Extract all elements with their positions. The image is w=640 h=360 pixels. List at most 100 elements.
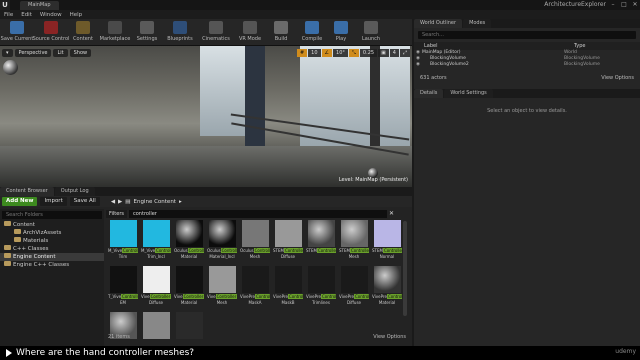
- tab-content-browser[interactable]: Content Browser: [0, 187, 54, 196]
- asset-tile[interactable]: VivePreControllerMaterial: [372, 266, 402, 309]
- close-icon[interactable]: ✕: [630, 0, 640, 10]
- tab-details[interactable]: Details: [414, 89, 444, 98]
- asset-tile[interactable]: ViveController Diffuse: [141, 266, 171, 309]
- menu-help[interactable]: Help: [70, 12, 83, 18]
- folder-icon: [4, 245, 11, 250]
- toolbar-button[interactable]: Play: [328, 19, 354, 46]
- grid-snap-icon[interactable]: #: [296, 49, 308, 57]
- asset-tile[interactable]: STEMController Mesh: [339, 220, 369, 263]
- toolbar-button[interactable]: Build: [266, 19, 296, 46]
- tab-modes[interactable]: Modes: [463, 19, 492, 28]
- camera-speed[interactable]: 4: [389, 49, 399, 57]
- asset-search-input[interactable]: controller: [129, 209, 387, 218]
- toolbar-button[interactable]: Launch: [354, 19, 388, 46]
- toolbar-button[interactable]: VR Mode: [234, 19, 266, 46]
- asset-tile[interactable]: OculusControllerMesh: [240, 220, 270, 263]
- scale-snap[interactable]: 0.25: [359, 49, 378, 57]
- maximize-icon[interactable]: □: [619, 0, 629, 10]
- outliner-view-options[interactable]: View Options: [601, 74, 634, 83]
- asset-tile[interactable]: VivePreControllerMaskB: [273, 266, 303, 309]
- title-bar: U MainMap ArchitectureExplorer – □ ✕: [0, 0, 640, 10]
- add-new-button[interactable]: Add New: [2, 197, 38, 206]
- toolbar-button[interactable]: Blueprints: [162, 19, 198, 46]
- document-tab[interactable]: MainMap: [20, 0, 59, 10]
- tree-folder[interactable]: Engine C++ Classes: [0, 261, 104, 269]
- toolbar-button[interactable]: Compile: [296, 19, 328, 46]
- column-label[interactable]: Label: [424, 42, 574, 50]
- asset-tile[interactable]: VivePreControllerTrimlines: [306, 266, 336, 309]
- tree-folder[interactable]: Content: [0, 221, 104, 229]
- back-icon[interactable]: ◀: [111, 199, 115, 205]
- asset-label-suffix: Material: [180, 300, 198, 305]
- asset-tile[interactable]: OculusControllerMaterial: [174, 220, 204, 263]
- forward-icon[interactable]: ▶: [118, 199, 122, 205]
- breadcrumb-arrow-icon[interactable]: ▸: [179, 199, 182, 205]
- breadcrumb[interactable]: Engine Content: [133, 199, 175, 205]
- asset-scrollbar[interactable]: [403, 221, 407, 316]
- menu-file[interactable]: File: [4, 12, 13, 18]
- rotation-snap[interactable]: 10°: [333, 49, 348, 57]
- perspective-button[interactable]: Perspective: [14, 49, 52, 57]
- tree-folder[interactable]: ArchVizAssets: [0, 229, 104, 237]
- outliner-row[interactable]: ◉ BlockingVolume2 BlockingVolume: [414, 62, 640, 68]
- toolbar-label: VR Mode: [238, 36, 262, 42]
- viewport-options-icon[interactable]: ▾: [2, 49, 13, 57]
- asset-tile[interactable]: VivePreControllerDiffuse: [339, 266, 369, 309]
- search-folders-input[interactable]: Search Folders: [2, 211, 102, 219]
- asset-label-match: Controller: [220, 248, 237, 253]
- toolbar-button[interactable]: Settings: [132, 19, 162, 46]
- asset-label: STEMController: [339, 248, 369, 253]
- tab-world-settings[interactable]: World Settings: [444, 89, 493, 98]
- asset-tile[interactable]: M_ViveControllerTrim: [108, 220, 138, 263]
- toolbar-icon: [305, 21, 319, 34]
- asset-tile[interactable]: M_ViveControllerTrim_Incl: [141, 220, 171, 263]
- toolbar-button[interactable]: Marketplace: [98, 19, 132, 46]
- asset-tile[interactable]: T_ViveControllerEM: [108, 266, 138, 309]
- save-all-button[interactable]: Save All: [69, 197, 100, 206]
- visibility-eye-icon[interactable]: ◉: [414, 62, 422, 68]
- maximize-viewport-icon[interactable]: ⤢: [399, 49, 410, 57]
- clear-search-icon[interactable]: ✕: [389, 210, 394, 217]
- camera-speed-icon[interactable]: ▣: [378, 49, 389, 57]
- tree-folder-label: Engine C++ Classes: [13, 262, 70, 268]
- toolbar-label: Cinematics: [202, 36, 230, 42]
- show-button[interactable]: Show: [69, 49, 92, 57]
- asset-label: OculusController: [207, 248, 237, 253]
- rotation-snap-icon[interactable]: ∠: [321, 49, 333, 57]
- asset-label: T_ViveController: [108, 294, 138, 299]
- import-button[interactable]: Import: [40, 197, 67, 206]
- toolbar-button[interactable]: Cinematics: [198, 19, 234, 46]
- asset-tile[interactable]: ViveController Material: [174, 266, 204, 309]
- asset-tile[interactable]: ViveController Mesh: [207, 266, 237, 309]
- tab-output-log[interactable]: Output Log: [54, 187, 95, 196]
- asset-tile[interactable]: VivePreControllerMaskA: [240, 266, 270, 309]
- lit-button[interactable]: Lit: [53, 49, 68, 57]
- sphere-actor[interactable]: [3, 60, 18, 75]
- outliner-search-input[interactable]: Search...: [418, 31, 636, 39]
- toolbar-button[interactable]: Save Current: [0, 19, 34, 46]
- menu-edit[interactable]: Edit: [21, 12, 32, 18]
- tab-world-outliner[interactable]: World Outliner: [414, 19, 463, 28]
- asset-label-suffix: Mesh: [249, 254, 261, 259]
- grid-size[interactable]: 10: [308, 49, 321, 57]
- asset-tile[interactable]: OculusControllerMaterial_Incl: [207, 220, 237, 263]
- menu-window[interactable]: Window: [40, 12, 62, 18]
- asset-tile[interactable]: STEMController Normal: [372, 220, 402, 263]
- tree-folder[interactable]: Engine Content: [0, 253, 104, 261]
- tree-folder[interactable]: C++ Classes: [0, 245, 104, 253]
- asset-tile[interactable]: STEMControllerMat: [306, 220, 336, 263]
- play-icon[interactable]: [6, 349, 12, 357]
- asset-tile[interactable]: STEMController Diffuse: [273, 220, 303, 263]
- minimize-icon[interactable]: –: [608, 0, 618, 10]
- tree-folder[interactable]: Materials: [0, 237, 104, 245]
- scale-snap-icon[interactable]: ⤡: [348, 49, 359, 57]
- toolbar-icon: [108, 21, 122, 34]
- filters-button[interactable]: Filters: [106, 209, 127, 218]
- items-count: 21 items: [108, 334, 130, 340]
- asset-label: M_ViveController: [108, 248, 138, 253]
- column-type[interactable]: Type: [574, 42, 585, 50]
- level-viewport[interactable]: ▾ Perspective Lit Show # 10 ∠ 10° ⤡ 0.25…: [0, 46, 412, 187]
- toolbar-button[interactable]: Source Control: [33, 19, 69, 46]
- asset-view-options[interactable]: View Options: [373, 334, 406, 340]
- toolbar-button[interactable]: Content: [68, 19, 98, 46]
